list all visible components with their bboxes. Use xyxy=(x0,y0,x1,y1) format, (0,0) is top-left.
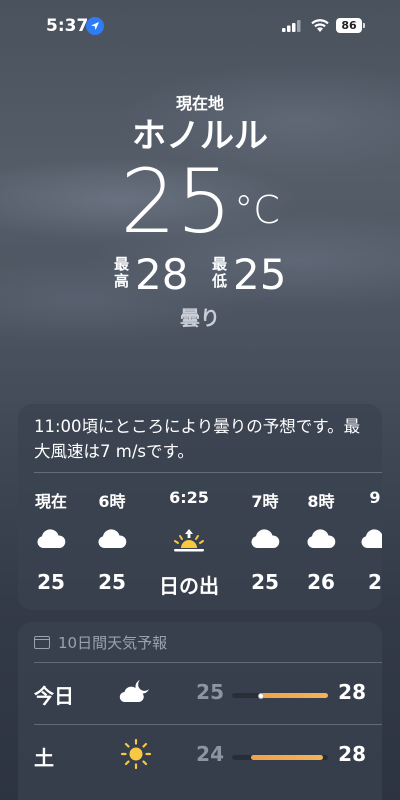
temperature-range-bar xyxy=(232,692,328,699)
wifi-icon xyxy=(311,19,329,32)
day-name: 土 xyxy=(34,746,54,770)
temperature-range-fill xyxy=(251,755,324,760)
card-divider xyxy=(34,662,382,663)
battery-tip xyxy=(363,23,365,28)
daily-forecast-header: 10日間天気予報 xyxy=(34,632,167,652)
card-divider xyxy=(34,724,382,725)
day-name: 今日 xyxy=(34,684,74,708)
high-temperature: 28 xyxy=(135,250,189,299)
daily-forecast-card[interactable]: 10日間天気予報 今日 25 28 土 24 28 xyxy=(18,622,382,800)
temperature-unit: °C xyxy=(234,188,280,232)
current-temperature-dot xyxy=(257,692,264,699)
temperature-value: 25 xyxy=(120,150,233,253)
forecast-summary: 11:00頃にところにより曇りの予想です。最大風速は7 m/sです。 xyxy=(34,417,361,461)
status-bar: 5:37 86 xyxy=(0,0,400,54)
high-label: 最 高 xyxy=(113,255,129,290)
low-temperature: 25 xyxy=(233,250,287,299)
battery-level: 86 xyxy=(341,19,357,32)
day-row-saturday[interactable]: 土 24 28 xyxy=(18,728,382,784)
high-low: 最 高 28 最 低 25 xyxy=(0,250,400,300)
day-low: 24 xyxy=(196,742,224,766)
cloud-icon xyxy=(340,528,382,556)
cellular-signal-icon xyxy=(282,20,301,32)
sunrise-icon xyxy=(154,528,224,556)
status-time: 5:37 xyxy=(46,16,89,36)
location-arrow-icon xyxy=(86,17,104,35)
day-high: 28 xyxy=(338,680,366,704)
cloud-icon xyxy=(77,528,147,556)
weather-condition: 曇り xyxy=(180,306,220,330)
hourly-forecast-card[interactable]: 11:00頃にところにより曇りの予想です。最大風速は7 m/sです。 現在 25… xyxy=(18,404,382,610)
sun-icon xyxy=(116,738,156,770)
hourly-forecast-list[interactable]: 現在 25 6時 25 6:25 日の出 7時 25 8時 26 9 2 xyxy=(18,480,382,600)
current-temperature: 25°C xyxy=(0,152,400,252)
low-label: 最 低 xyxy=(211,255,227,290)
day-low: 25 xyxy=(196,680,224,704)
day-row-today[interactable]: 今日 25 28 xyxy=(18,666,382,722)
day-high: 28 xyxy=(338,742,366,766)
card-divider xyxy=(34,472,382,473)
battery-icon: 86 xyxy=(336,18,362,33)
temperature-range-bar xyxy=(232,755,328,760)
temperature-range-fill xyxy=(260,693,328,698)
calendar-icon xyxy=(34,635,50,649)
daily-forecast-title: 10日間天気予報 xyxy=(58,633,168,652)
partly-cloudy-night-icon xyxy=(116,676,156,708)
cloud-icon xyxy=(18,528,86,556)
